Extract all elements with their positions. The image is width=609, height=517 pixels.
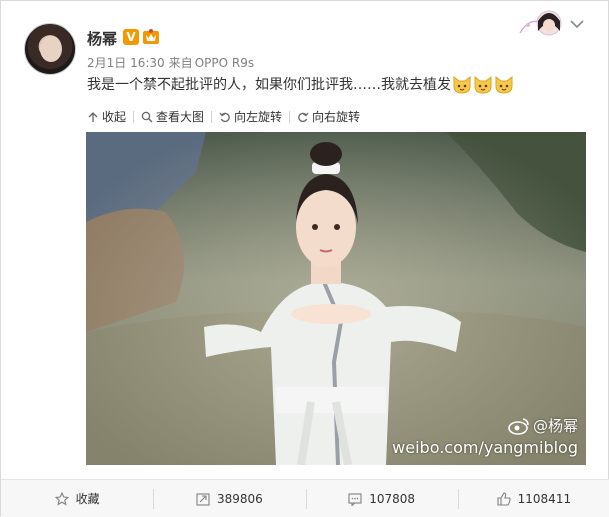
watermark-name: @杨幂 <box>532 417 578 435</box>
rotate-right-button[interactable]: 向右旋转 <box>297 108 360 125</box>
card-decoration-icon <box>519 10 562 36</box>
photo-watermark: @杨幂 weibo.com/yangmiblog <box>392 415 578 457</box>
post-text: 我是一个禁不起批评的人，如果你们批评我……我就去植发 <box>87 74 514 96</box>
view-large-label: 查看大图 <box>156 110 205 124</box>
watermark-url: weibo.com/yangmiblog <box>392 438 578 457</box>
thumbs-up-icon <box>497 491 511 506</box>
image-toolbar: 收起 查看大图 向左旋转 向右旋转 <box>87 108 360 125</box>
user-name[interactable]: 杨幂 <box>87 28 117 49</box>
cat-emoji-icon <box>453 75 471 94</box>
post-meta: 2月1日 16:30 来自 OPPO R9s <box>87 54 258 71</box>
source-device[interactable]: OPPO R9s <box>195 56 254 70</box>
toolbar-divider <box>211 110 213 123</box>
chevron-down-icon[interactable] <box>570 19 584 29</box>
rotate-right-icon <box>298 112 309 122</box>
arrow-up-icon <box>88 111 98 122</box>
post-action-bar: 收藏 389806 107808 1108411 <box>1 479 609 517</box>
comment-button[interactable]: 107808 <box>305 480 458 517</box>
rotate-left-icon <box>219 112 230 122</box>
rotate-left-label: 向左旋转 <box>234 110 283 124</box>
source-prefix: 来自 <box>168 56 193 70</box>
avatar-face <box>40 36 62 62</box>
verified-badge[interactable]: V <box>123 29 139 45</box>
weibo-post-card: 杨幂 V 2月1日 16:30 来自 OPPO R9s 我是一个禁不起批评的人，如果… <box>0 0 609 517</box>
rotate-left-button[interactable]: 向左旋转 <box>219 108 282 125</box>
cat-emoji-icon <box>495 75 513 94</box>
comment-count: 107808 <box>369 491 416 506</box>
like-count: 1108411 <box>517 491 572 506</box>
favorite-label: 收藏 <box>75 492 100 506</box>
toolbar-divider <box>289 110 291 123</box>
magnifier-icon <box>141 111 153 122</box>
favorite-button[interactable]: 收藏 <box>1 480 153 517</box>
weibo-logo-icon <box>508 417 529 435</box>
cat-emoji-icon <box>474 75 492 94</box>
like-button[interactable]: 1108411 <box>457 480 609 517</box>
view-large-button[interactable]: 查看大图 <box>141 108 204 125</box>
post-timestamp[interactable]: 2月1日 16:30 <box>87 56 165 70</box>
post-body: 我是一个禁不起批评的人，如果你们批评我……我就去植发 <box>87 77 451 93</box>
repost-icon <box>196 492 210 506</box>
collapse-label: 收起 <box>102 110 127 124</box>
repost-button[interactable]: 389806 <box>153 480 305 517</box>
star-icon <box>54 491 69 506</box>
toolbar-divider <box>133 110 135 123</box>
watermark-name-row: @杨幂 <box>392 415 578 436</box>
emoji-group <box>451 74 514 96</box>
comment-icon <box>348 492 362 506</box>
collapse-button[interactable]: 收起 <box>87 108 126 125</box>
avatar[interactable] <box>24 23 76 75</box>
member-crown-icon[interactable] <box>142 28 160 45</box>
rotate-right-label: 向右旋转 <box>312 110 361 124</box>
post-photo[interactable]: @杨幂 weibo.com/yangmiblog <box>86 132 586 465</box>
repost-count: 389806 <box>216 491 263 506</box>
